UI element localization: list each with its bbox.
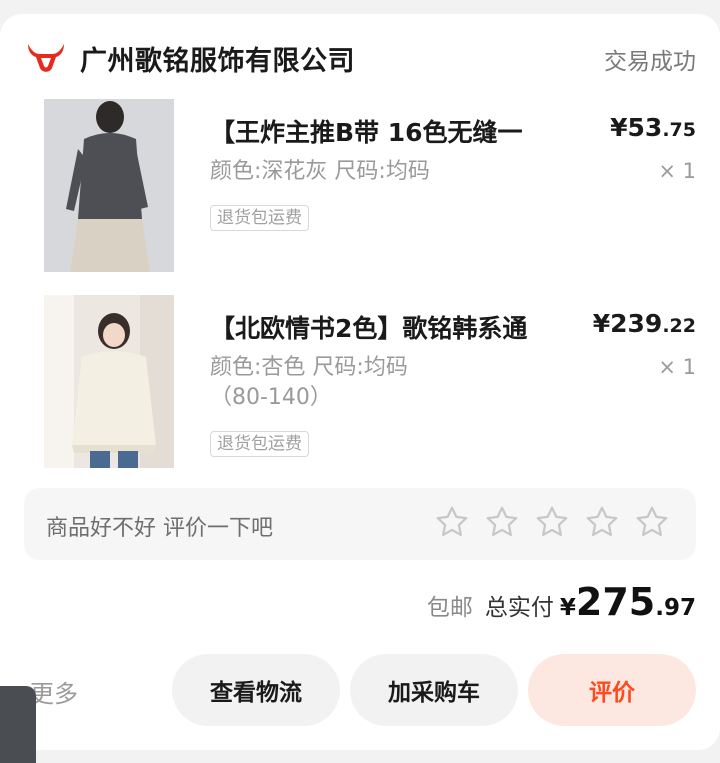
total-currency: ¥ [559, 595, 576, 621]
product-spec: 颜色:杏色 尺码:均码 （80-140） [210, 353, 530, 413]
return-shipping-badge: 退货包运费 [210, 205, 309, 231]
total-decimal: .97 [655, 595, 696, 621]
product-spec: 颜色:深花灰 尺码:均码 [210, 157, 530, 187]
product-quantity: × 1 [658, 355, 696, 379]
price-decimal: .22 [662, 315, 696, 337]
view-logistics-button[interactable]: 查看物流 [172, 654, 340, 726]
star-icon[interactable] [584, 504, 620, 540]
price-integer: 239 [610, 309, 663, 338]
review-button[interactable]: 评价 [528, 654, 696, 726]
product-image[interactable] [44, 295, 174, 468]
shop-name[interactable]: 广州歌铭服饰有限公司 [80, 39, 355, 78]
total-integer: 275 [575, 580, 656, 624]
order-status: 交易成功 [604, 49, 696, 75]
add-to-cart-button[interactable]: 加采购车 [350, 654, 518, 726]
red-bull-head-icon [26, 40, 66, 76]
order-total: 包邮 总实付 ¥ 275 .97 [427, 580, 696, 624]
spec-line: 颜色:深花灰 尺码:均码 [210, 159, 430, 184]
price-currency: ¥ [592, 309, 611, 338]
star-icon[interactable] [534, 504, 570, 540]
shop-header[interactable]: 广州歌铭服饰有限公司 交易成功 [26, 38, 696, 78]
review-prompt-box[interactable]: 商品好不好 评价一下吧 [24, 488, 696, 560]
price-integer: 53 [627, 113, 663, 142]
star-icon[interactable] [634, 504, 670, 540]
product-price: ¥53.75 [610, 113, 696, 142]
product-price: ¥239.22 [593, 309, 696, 338]
return-shipping-badge: 退货包运费 [210, 431, 309, 457]
spec-line: 颜色:杏色 尺码:均码 [210, 355, 408, 380]
order-item[interactable]: 【北欧情书2色】歌铭韩系通 ¥239.22 颜色:杏色 尺码:均码 （80-14… [44, 295, 696, 470]
product-title[interactable]: 【王炸主推B带 16色无缝一 [210, 113, 523, 149]
star-icon[interactable] [434, 504, 470, 540]
order-card: 广州歌铭服饰有限公司 交易成功 【王炸主推B带 16色无缝一 ¥53.75 颜色… [0, 14, 720, 750]
price-decimal: .75 [662, 119, 696, 141]
side-tab[interactable] [0, 686, 36, 763]
more-link[interactable]: 更多 [30, 674, 78, 709]
price-currency: ¥ [610, 113, 628, 142]
product-image[interactable] [44, 99, 174, 272]
review-prompt-text: 商品好不好 评价一下吧 [46, 516, 273, 541]
order-item[interactable]: 【王炸主推B带 16色无缝一 ¥53.75 颜色:深花灰 尺码:均码 × 1 退… [44, 99, 696, 274]
spec-line: （80-140） [210, 385, 332, 410]
star-rating[interactable] [434, 504, 670, 540]
free-shipping-label: 包邮 [426, 595, 473, 621]
star-icon[interactable] [484, 504, 520, 540]
total-label: 总实付 [484, 595, 554, 621]
product-title[interactable]: 【北欧情书2色】歌铭韩系通 [210, 309, 527, 345]
product-quantity: × 1 [658, 159, 696, 183]
